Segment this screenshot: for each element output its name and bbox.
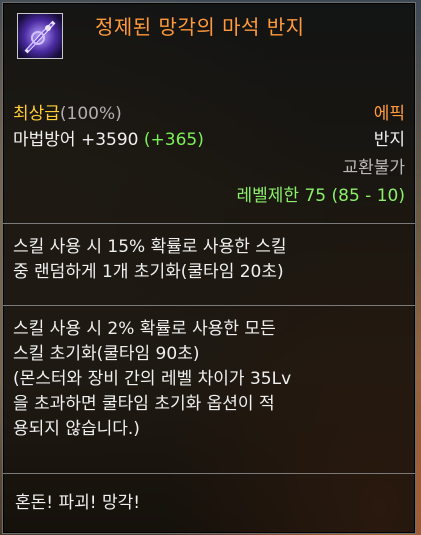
stat-bonus: (+365) bbox=[143, 130, 204, 150]
option-line: 스킬 사용 시 2% 확률로 사용한 모든 bbox=[13, 319, 276, 339]
divider bbox=[3, 223, 415, 224]
item-type: 반지 bbox=[373, 130, 405, 150]
tooltip-header: 정제된 망각의 마석 반지 bbox=[3, 3, 415, 81]
divider bbox=[3, 473, 415, 474]
item-tooltip: 정제된 망각의 마석 반지 최상급(100%) 에픽 마법방어 +3590 (+… bbox=[2, 2, 416, 534]
divider bbox=[3, 305, 415, 306]
stat-value: +3590 bbox=[80, 130, 139, 150]
option-2: 스킬 사용 시 2% 확률로 사용한 모든 스킬 초기화(쿨타임 90초) (몬… bbox=[13, 317, 291, 442]
flavor-text: 혼돈! 파괴! 망각! bbox=[15, 493, 141, 513]
option-line: 스킬 초기화(쿨타임 90초) bbox=[13, 344, 200, 364]
option-line: 용되지 않습니다.) bbox=[13, 419, 140, 439]
item-name: 정제된 망각의 마석 반지 bbox=[95, 15, 305, 39]
option-line: 중 랜덤하게 1개 초기화(쿨타임 20초) bbox=[13, 262, 284, 282]
option-1: 스킬 사용 시 15% 확률로 사용한 스킬 중 랜덤하게 1개 초기화(쿨타임… bbox=[13, 235, 287, 285]
ring-of-oblivion-icon bbox=[17, 13, 63, 59]
trade-status: 교환불가 bbox=[342, 158, 405, 178]
stat-line: 마법방어 +3590 (+365) bbox=[13, 125, 204, 150]
grade-percent: (100%) bbox=[59, 104, 122, 124]
level-requirement: 레벨제한 75 (85 - 10) bbox=[236, 186, 405, 206]
grade-label: 최상급 bbox=[13, 104, 60, 124]
option-line: 을 초과하면 쿨타임 초기화 옵션이 적 bbox=[13, 394, 275, 414]
option-line: 스킬 사용 시 15% 확률로 사용한 스킬 bbox=[13, 237, 287, 257]
stat-name: 마법방어 bbox=[13, 130, 76, 150]
item-rarity: 에픽 bbox=[373, 104, 405, 124]
option-line: (몬스터와 장비 간의 레벨 차이가 35Lv bbox=[13, 369, 292, 389]
item-grade: 최상급(100%) bbox=[13, 99, 122, 124]
